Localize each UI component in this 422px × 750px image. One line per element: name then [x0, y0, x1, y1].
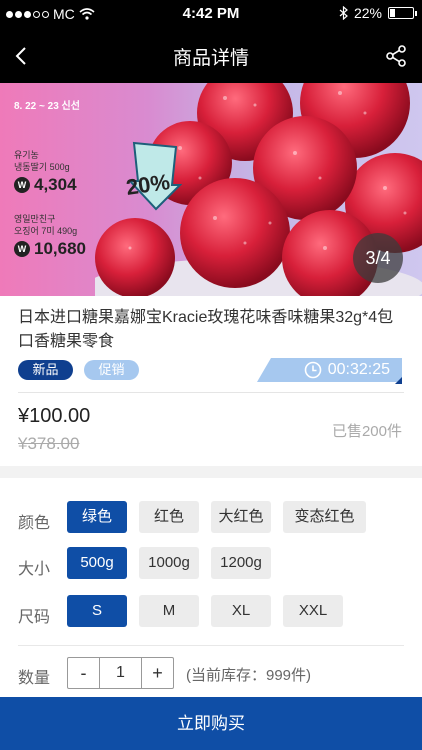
tag-promo: 促销	[84, 360, 139, 380]
color-option-red[interactable]: 红色	[139, 501, 199, 533]
dimension-option-xl[interactable]: XL	[211, 595, 271, 627]
size-option-500g[interactable]: 500g	[67, 547, 127, 579]
original-price: ¥378.00	[18, 434, 80, 453]
status-right: 22%	[339, 5, 417, 21]
won-icon: W	[14, 241, 30, 257]
quantity-stepper: - 1 +	[67, 657, 174, 689]
dimension-option-s[interactable]: S	[67, 595, 127, 627]
decrement-button[interactable]: -	[68, 658, 99, 688]
quantity-label: 数量	[18, 670, 51, 687]
size-label: 大小	[18, 561, 51, 578]
promo2-name: 영일만친구 오징어 7미 490g	[14, 214, 78, 236]
size-option-1200g[interactable]: 1200g	[211, 547, 271, 579]
increment-button[interactable]: +	[142, 658, 173, 688]
size-option-1000g[interactable]: 1000g	[139, 547, 199, 579]
color-option-big-red[interactable]: 大红色	[211, 501, 271, 533]
divider	[18, 392, 404, 393]
countdown-timer: 00:32:25	[257, 358, 402, 382]
sold-count: 已售200件	[331, 423, 402, 440]
quantity-input[interactable]: 1	[99, 658, 142, 688]
stock-info: (当前库存：999件)	[186, 667, 312, 684]
divider	[18, 645, 404, 646]
battery-level	[390, 9, 395, 17]
dimension-label: 尺码	[18, 609, 51, 626]
section-gap	[0, 466, 422, 478]
promo1-name: 유기농 냉동딸기 500g	[14, 150, 70, 172]
promo2-price: W 10,680	[14, 239, 86, 259]
tag-new: 新品	[18, 360, 73, 380]
countdown-value: 00:32:25	[327, 361, 390, 378]
dimension-option-xxl[interactable]: XXL	[283, 595, 343, 627]
color-option-green[interactable]: 绿色	[67, 501, 127, 533]
page-title: 商品详情	[172, 48, 249, 69]
status-bar: MC 4:42 PM 22%	[0, 0, 422, 28]
promo1-price: W 4,304	[14, 175, 77, 195]
current-price: ¥100.00	[18, 405, 91, 427]
dimension-option-m[interactable]: M	[139, 595, 199, 627]
product-title: 日本进口糖果嘉娜宝Kracie玫瑰花味香味糖果32g*4包口香糖果零食	[18, 309, 394, 350]
won-icon: W	[14, 177, 30, 193]
bluetooth-icon	[339, 6, 348, 20]
color-label: 颜色	[18, 515, 51, 532]
color-option-abnormal-red[interactable]: 变态红色	[283, 501, 366, 533]
image-pager: 3/4	[353, 233, 403, 283]
battery-icon	[388, 7, 417, 19]
battery-percent: 22%	[353, 5, 382, 21]
clock-icon	[304, 361, 322, 379]
buy-now-button[interactable]: 立即购买	[0, 697, 422, 750]
share-icon[interactable]	[384, 44, 408, 68]
banner-date: 8. 22 ~ 23 신선	[14, 101, 80, 112]
nav-bar: 商品详情	[0, 28, 422, 83]
